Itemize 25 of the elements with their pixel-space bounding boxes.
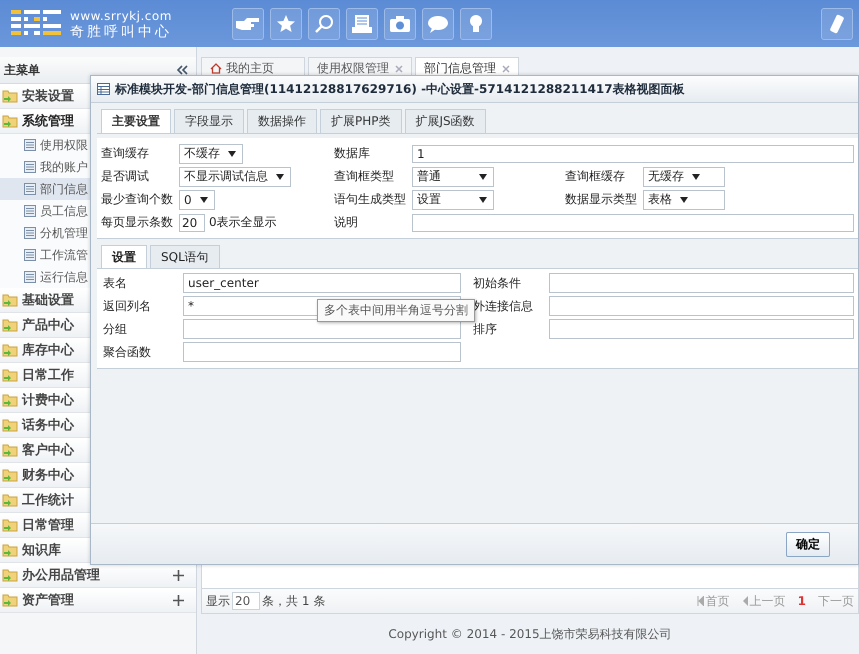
field-label: 语句生成类型 xyxy=(334,191,407,208)
field-hint: 0表示全显示 xyxy=(209,214,277,231)
site-url: www.srrykj.com xyxy=(70,8,172,24)
field-label: 初始条件 xyxy=(473,274,522,292)
app-name: 奇胜呼叫中心 xyxy=(70,24,172,40)
field-label: 是否调试 xyxy=(101,168,150,185)
field-label: 查询缓存 xyxy=(101,145,150,162)
field-label: 最少查询个数 xyxy=(101,191,174,208)
dialog-title: 标准模块开发-部门信息管理(11412128817629716) -中心设置-5714121288211417表格视图面板 xyxy=(115,80,685,98)
field-label: 表名 xyxy=(103,274,128,292)
pager-label: 显示 xyxy=(206,592,230,610)
field-label: 说明 xyxy=(334,214,359,231)
field-label: 查询框类型 xyxy=(334,168,395,185)
sidebar-title: 主菜单 xyxy=(4,62,40,78)
tooltip: 多个表中间用半角逗号分割 xyxy=(317,299,475,322)
field-label: 返回列名 xyxy=(103,298,152,314)
field-label: 每页显示条数 xyxy=(101,214,174,231)
field-label: 分组 xyxy=(103,320,128,338)
copyright-text: Copyright © 2014 - 2015上饶市荣易科技有限公司 xyxy=(387,626,673,642)
pager-summary: 条，共 1 条 xyxy=(262,592,326,610)
field-label: 查询框缓存 xyxy=(565,168,626,185)
field-label: 数据显示类型 xyxy=(565,191,638,208)
field-label: 聚合函数 xyxy=(103,344,152,360)
field-label: 排序 xyxy=(473,320,498,338)
field-label: 数据库 xyxy=(334,145,371,162)
